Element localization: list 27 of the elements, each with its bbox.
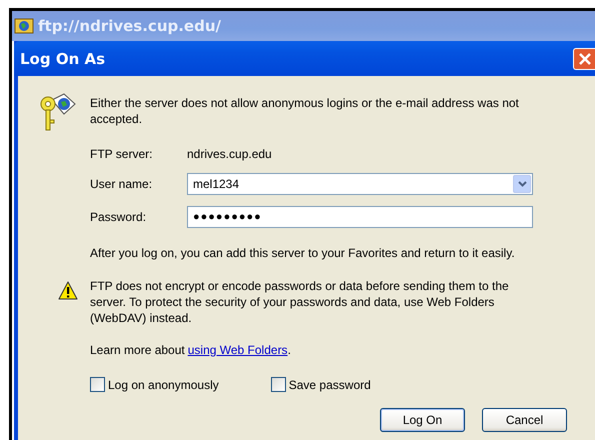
warning-icon: [58, 281, 78, 300]
cancel-button[interactable]: Cancel: [482, 408, 567, 432]
log-on-button[interactable]: Log On: [380, 408, 465, 432]
dropdown-button[interactable]: [513, 175, 531, 193]
web-folders-link[interactable]: using Web Folders: [188, 343, 288, 357]
checkbox[interactable]: [90, 377, 105, 392]
close-button[interactable]: [573, 48, 595, 70]
warning-text: FTP does not encrypt or encode passwords or data before sending them to the server. To protect the security of your passwords and data, use Web Folders (WebDAV) instead.: [90, 278, 510, 326]
info-text: After you log on, you can add this server to your Favorites and return to it easily.: [90, 245, 516, 261]
key-globe-icon: [38, 92, 76, 132]
checkbox-label: Save password: [288, 378, 371, 392]
password-label: Password:: [90, 210, 148, 224]
ftp-server-label: FTP server:: [90, 147, 154, 161]
period-text: .: [288, 343, 291, 357]
learn-more-text: Learn more about: [90, 343, 185, 357]
folder-globe-icon: [14, 17, 34, 35]
ftp-server-value: ndrives.cup.edu: [187, 147, 272, 161]
close-icon: [578, 52, 592, 66]
browser-window-title: ftp://ndrives.cup.edu/: [38, 17, 221, 35]
chevron-down-icon: [518, 181, 526, 187]
user-name-label: User name:: [90, 177, 154, 191]
user-name-field[interactable]: mel1234: [187, 173, 533, 195]
error-message: Either the server does not allow anonymous logins or the e-mail address was not accepted.: [90, 95, 520, 127]
dialog-title: Log On As: [20, 50, 106, 68]
checkbox[interactable]: [270, 377, 286, 392]
password-field[interactable]: ●●●●●●●●●: [187, 206, 533, 228]
checkbox-label: Log on anonymously: [108, 378, 219, 392]
